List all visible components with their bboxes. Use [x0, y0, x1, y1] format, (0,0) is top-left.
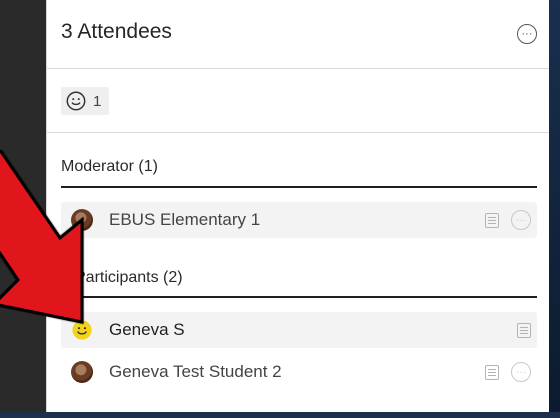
attendee-row[interactable]: Geneva S [61, 312, 537, 348]
list-icon[interactable] [517, 322, 531, 338]
attendee-name: Geneva S [109, 320, 185, 339]
avatar [71, 361, 93, 383]
smile-icon [66, 91, 86, 111]
status-chip[interactable]: 1 [61, 87, 110, 115]
list-icon[interactable] [485, 364, 499, 380]
attendee-row[interactable]: Geneva Test Student 2 ··· [61, 354, 537, 390]
row-actions: ··· [485, 354, 531, 390]
attendee-row[interactable]: EBUS Elementary 1 ··· [61, 202, 537, 238]
attendees-header: 3 Attendees ··· [47, 0, 549, 69]
row-actions: ··· [485, 202, 531, 238]
moderator-section-divider [61, 186, 537, 188]
more-options-icon[interactable]: ··· [511, 362, 531, 382]
more-options-icon[interactable]: ··· [517, 24, 537, 44]
status-summary: 1 [47, 69, 549, 133]
attendees-title: 3 Attendees [61, 20, 172, 43]
participants-section-divider [61, 296, 537, 298]
attendee-name: EBUS Elementary 1 [109, 210, 261, 229]
row-actions [517, 312, 531, 348]
status-count: 1 [93, 92, 102, 110]
list-icon[interactable] [485, 212, 499, 228]
attendees-panel: 3 Attendees ··· 1 Moderator (1) EBUS Ele… [46, 0, 549, 412]
attendee-name: Geneva Test Student 2 [109, 362, 282, 381]
bottom-edge [0, 412, 560, 418]
red-arrow-icon [0, 150, 84, 324]
more-options-icon[interactable]: ··· [511, 210, 531, 230]
